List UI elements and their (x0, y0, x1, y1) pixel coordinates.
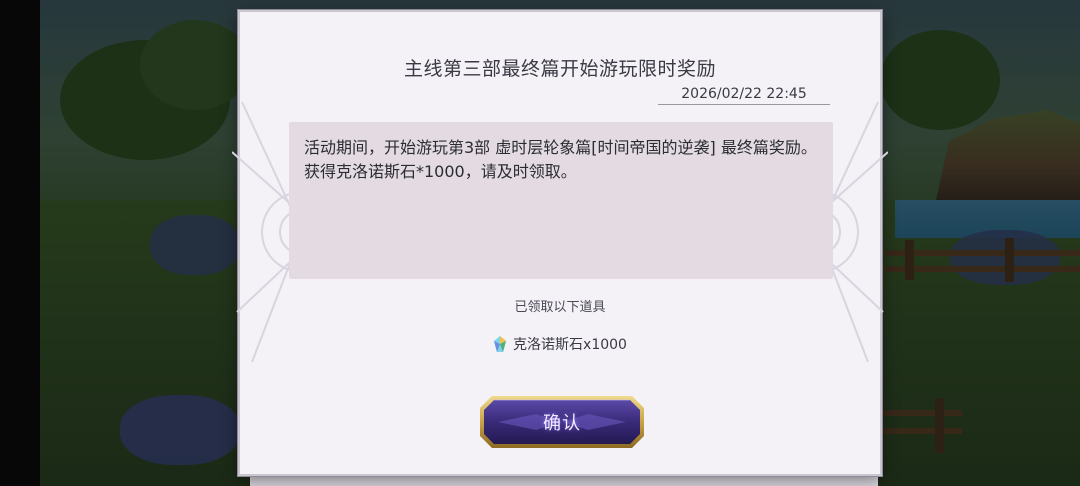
message-line: 活动期间，开始游玩第3部 虚时层轮象篇[时间帝国的逆袭] 最终篇奖励。 (304, 138, 817, 157)
chronos-stone-icon (494, 336, 507, 352)
confirm-button-label: 确认 (543, 413, 581, 434)
reward-item: 克洛诺斯石x1000 (240, 334, 880, 354)
reward-mail-dialog: 主线第三部最终篇开始游玩限时奖励 2026/02/22 22:45 活动期间，开… (232, 10, 888, 476)
dialog-underlay-strip (250, 476, 878, 486)
reward-label: 克洛诺斯石x1000 (513, 337, 627, 353)
confirm-button[interactable]: 确认 (478, 394, 646, 450)
message-box: 活动期间，开始游玩第3部 虚时层轮象篇[时间帝国的逆袭] 最终篇奖励。 获得克洛… (289, 122, 833, 279)
received-items-label: 已领取以下道具 (514, 300, 606, 315)
game-screen: 主线第三部最终篇开始游玩限时奖励 2026/02/22 22:45 活动期间，开… (0, 0, 1080, 486)
dialog-title: 主线第三部最终篇开始游玩限时奖励 (403, 58, 716, 80)
message-line: 获得克洛诺斯石*1000，请及时领取。 (304, 162, 577, 181)
dialog-date: 2026/02/22 22:45 (658, 86, 830, 105)
